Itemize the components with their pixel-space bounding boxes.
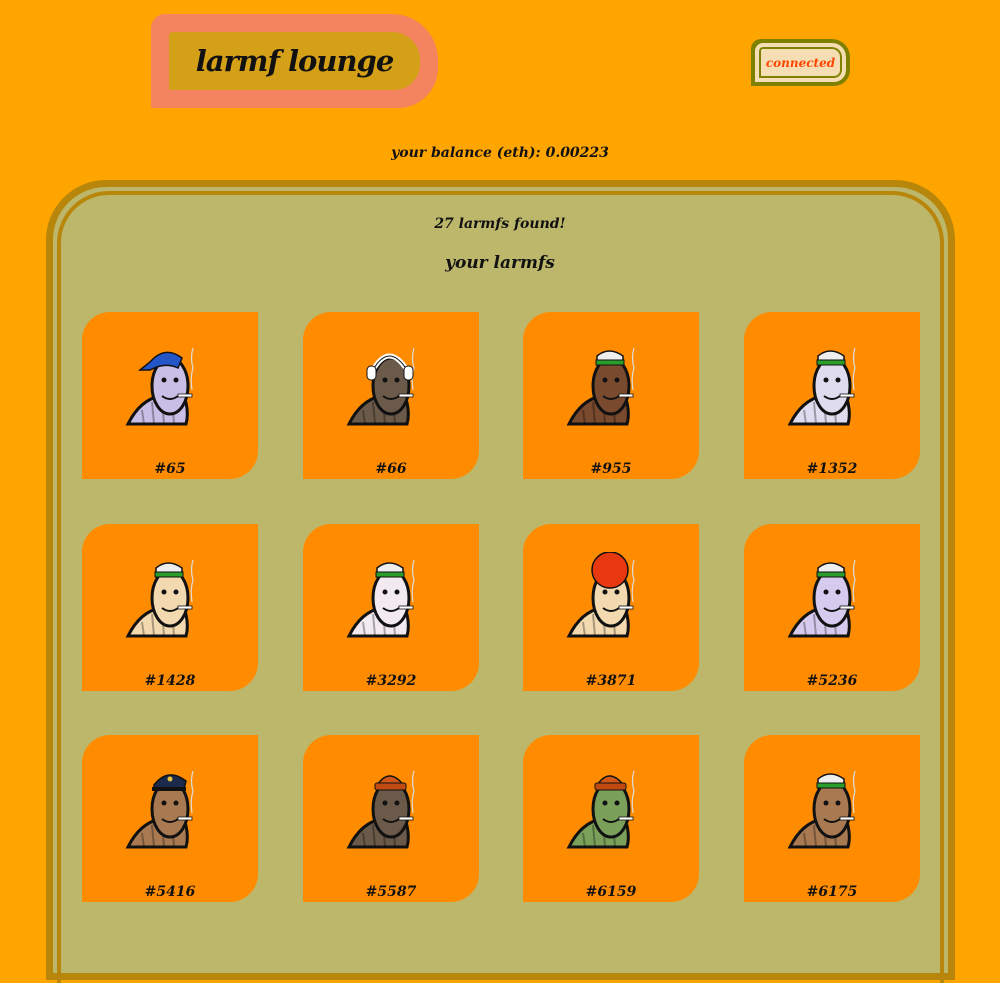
site-title-badge: larmf lounge [151, 14, 438, 108]
found-count: 27 larmfs found! [434, 216, 566, 232]
larmf-image [346, 559, 415, 638]
nft-card-label: #5416 [144, 884, 196, 900]
nft-card[interactable]: #5236 [744, 524, 920, 691]
larmf-image [125, 347, 194, 426]
nft-card-label: #3871 [585, 673, 637, 689]
nft-card-label: #1428 [144, 673, 196, 689]
wallet-connect-label: connected [765, 55, 836, 70]
larmf-image [125, 770, 194, 849]
nft-card[interactable]: #1428 [82, 524, 258, 691]
nft-card[interactable]: #5587 [303, 735, 479, 902]
wallet-connect-button[interactable]: connected [751, 39, 850, 86]
larmf-image [787, 559, 856, 638]
nft-card-label: #6175 [806, 884, 858, 900]
larmf-image [566, 347, 635, 426]
nft-card[interactable]: #3292 [303, 524, 479, 691]
nft-card-label: #5236 [806, 673, 858, 689]
nft-card[interactable]: #6175 [744, 735, 920, 902]
nft-card-label: #1352 [806, 461, 858, 477]
nft-card[interactable]: #955 [523, 312, 699, 479]
nft-card-label: #6159 [585, 884, 637, 900]
larmf-image [787, 347, 856, 426]
larmf-image [346, 347, 415, 426]
nft-card[interactable]: #5416 [82, 735, 258, 902]
nft-card-label: #955 [590, 461, 632, 477]
nft-card-label: #65 [154, 461, 186, 477]
balance-text: your balance (eth): 0.00223 [391, 145, 609, 161]
larmf-image [566, 770, 635, 849]
nft-card[interactable]: #3871 [523, 524, 699, 691]
nft-card[interactable]: #6159 [523, 735, 699, 902]
nft-card-label: #66 [375, 461, 407, 477]
nft-card-label: #3292 [365, 673, 417, 689]
larmf-image [787, 770, 856, 849]
nft-card[interactable]: #66 [303, 312, 479, 479]
collection-heading: your larmfs [445, 253, 555, 273]
larmf-image [125, 559, 194, 638]
nft-card[interactable]: #1352 [744, 312, 920, 479]
nft-card-label: #5587 [365, 884, 417, 900]
nft-card[interactable]: #65 [82, 312, 258, 479]
larmf-image [346, 770, 415, 849]
site-title: larmf lounge [195, 44, 395, 78]
larmf-image [566, 552, 635, 638]
